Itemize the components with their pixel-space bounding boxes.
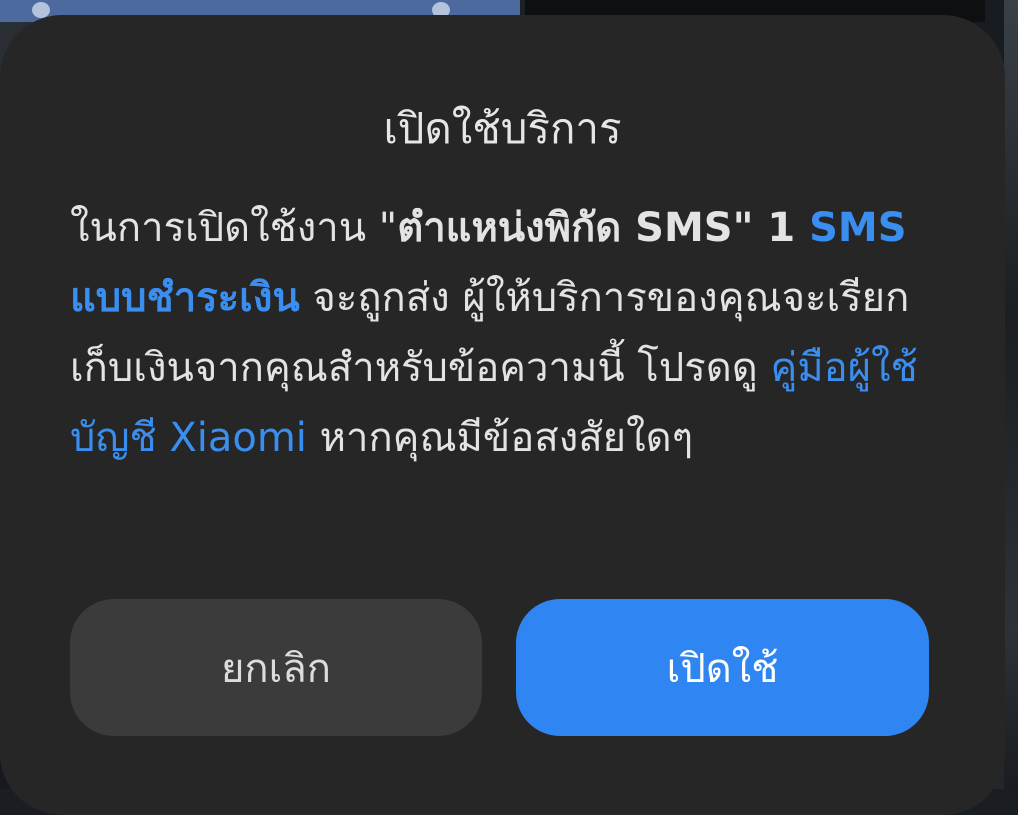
message-text: หากคุณมีข้อสงสัยใดๆ	[306, 415, 694, 461]
feature-name: ตำแหน่งพิกัด SMS	[397, 205, 733, 251]
dialog-title: เปิดใช้บริการ	[383, 104, 622, 153]
message-text: " 1	[732, 205, 810, 251]
enable-service-dialog: เปิดใช้บริการ ในการเปิดใช้งาน "ตำแหน่งพิ…	[0, 15, 1005, 815]
background-edge	[1004, 0, 1018, 789]
enable-button[interactable]: เปิดใช้	[516, 599, 929, 736]
message-text: ในการเปิดใช้งาน "	[70, 205, 398, 251]
cancel-button[interactable]: ยกเลิก	[70, 599, 482, 736]
dialog-message: ในการเปิดใช้งาน "ตำแหน่งพิกัด SMS" 1 SMS…	[70, 193, 930, 473]
